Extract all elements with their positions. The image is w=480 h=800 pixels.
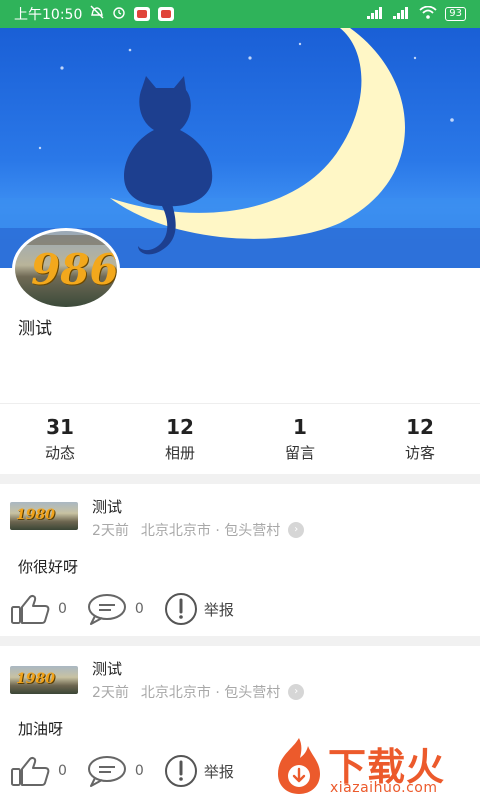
- stat-value: 1: [293, 415, 307, 439]
- like-count: 0: [58, 763, 67, 779]
- notification-icon: [158, 7, 175, 21]
- location-arrow-icon[interactable]: ›: [288, 684, 305, 700]
- stat-label: 动态: [44, 444, 75, 462]
- signal-icon: [393, 6, 411, 22]
- like-count: 0: [58, 601, 67, 617]
- watermark-logo: 下载火 xiazaihuo.com: [272, 736, 472, 798]
- post-content: 加油呀: [18, 720, 64, 738]
- avatar[interactable]: 986: [12, 228, 120, 310]
- stat-label: 访客: [404, 444, 435, 462]
- post-author-avatar[interactable]: 1980: [10, 502, 78, 530]
- divider: [0, 403, 480, 404]
- post-time: 2天前: [92, 685, 129, 701]
- post-time: 2天前: [92, 523, 129, 539]
- comment-bubble-icon: [87, 756, 126, 787]
- comment-count: 0: [134, 763, 144, 779]
- like-button[interactable]: 0: [10, 593, 67, 625]
- report-label: 举报: [203, 600, 234, 619]
- post-author-avatar[interactable]: 1980: [10, 666, 78, 694]
- post-author-name[interactable]: 测试: [92, 496, 122, 517]
- report-label: 举报: [203, 762, 234, 781]
- post-location[interactable]: 北京北京市 · 包头营村: [141, 520, 280, 540]
- stat-value: 12: [166, 415, 194, 439]
- signal-icon: [367, 6, 385, 22]
- mute-icon: [90, 5, 104, 23]
- stat-value: 31: [46, 415, 74, 439]
- watermark-url: xiazaihuo.com: [330, 780, 438, 796]
- stat-label: 相册: [164, 444, 195, 462]
- battery-icon: 93: [445, 7, 466, 21]
- wifi-icon: [419, 5, 437, 22]
- exclamation-circle-icon: [164, 755, 197, 787]
- section-separator: [0, 474, 480, 484]
- stat-messages[interactable]: 1 留言: [240, 408, 360, 470]
- location-arrow-icon[interactable]: ›: [288, 522, 305, 538]
- exclamation-circle-icon: [164, 593, 197, 625]
- comment-button[interactable]: 0: [87, 593, 144, 625]
- notification-icon: [134, 7, 151, 21]
- thumbs-up-icon: [11, 595, 50, 624]
- stat-label: 留言: [284, 444, 315, 462]
- post-meta: 2天前 北京北京市 · 包头营村 ›: [92, 682, 305, 702]
- alarm-icon: [112, 5, 126, 23]
- stat-posts[interactable]: 31 动态: [0, 408, 120, 470]
- comment-bubble-icon: [87, 594, 126, 625]
- report-button[interactable]: 举报: [164, 755, 234, 787]
- like-button[interactable]: 0: [10, 755, 67, 787]
- status-time: 上午10:50: [14, 7, 83, 23]
- post-meta: 2天前 北京北京市 · 包头营村 ›: [92, 520, 305, 540]
- post-actions: 0 0 举报: [10, 754, 254, 788]
- flame-icon: [278, 738, 320, 794]
- profile-stats: 31 动态 12 相册 1 留言 12 访客: [0, 408, 480, 470]
- stat-visitors[interactable]: 12 访客: [360, 408, 480, 470]
- comment-button[interactable]: 0: [87, 755, 144, 787]
- stat-value: 12: [406, 415, 434, 439]
- avatar-image-text: 986: [31, 245, 119, 294]
- comment-count: 0: [134, 601, 144, 617]
- username: 测试: [18, 319, 52, 339]
- post-actions: 0 0 举报: [10, 592, 254, 626]
- post-author-name[interactable]: 测试: [92, 658, 122, 679]
- report-button[interactable]: 举报: [164, 593, 234, 625]
- status-bar: 上午10:50 93: [0, 0, 480, 28]
- feed-post: 1980 测试 2天前 北京北京市 · 包头营村 › 你很好呀 0 0 举报: [0, 484, 480, 642]
- stat-albums[interactable]: 12 相册: [120, 408, 240, 470]
- section-separator: [0, 636, 480, 646]
- thumbs-up-icon: [11, 757, 50, 786]
- post-content: 你很好呀: [18, 558, 79, 576]
- post-location[interactable]: 北京北京市 · 包头营村: [141, 682, 280, 702]
